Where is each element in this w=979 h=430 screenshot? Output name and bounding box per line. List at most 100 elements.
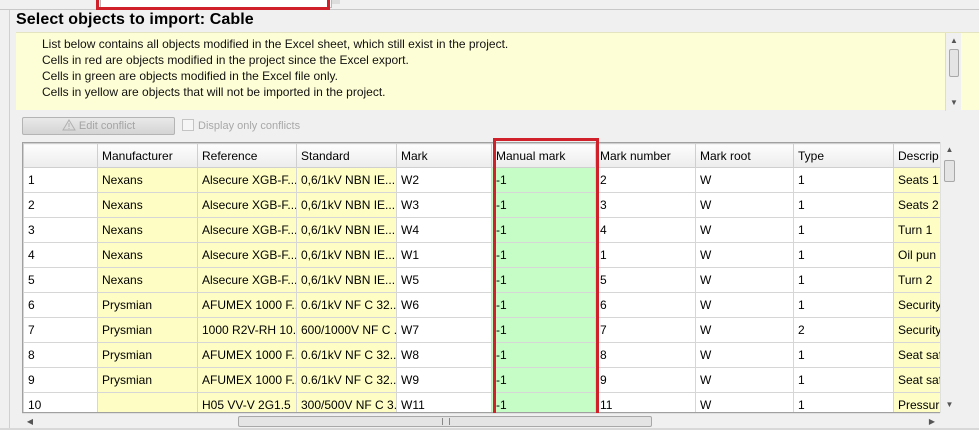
row-number-cell[interactable]: 10 (23, 392, 98, 412)
info-scrollbar[interactable]: ▲ ▼ (945, 33, 961, 111)
scroll-down-icon[interactable]: ▼ (946, 96, 962, 110)
type-cell[interactable]: 1 (793, 217, 894, 243)
mark-root-cell[interactable]: W (695, 367, 794, 393)
standard-cell[interactable]: 0.6/1kV NF C 32... (296, 342, 397, 368)
mark-cell[interactable]: W4 (396, 217, 492, 243)
manufacturer-cell[interactable]: Nexans (97, 167, 198, 193)
mark-number-cell[interactable]: 7 (595, 317, 696, 343)
manual-mark-cell[interactable]: -1 (491, 292, 596, 318)
mark-number-cell[interactable]: 5 (595, 267, 696, 293)
reference-cell[interactable]: H05 VV-V 2G1.5 (197, 392, 297, 412)
mark-cell[interactable]: W5 (396, 267, 492, 293)
mark-root-cell[interactable]: W (695, 217, 794, 243)
grid-vscroll-thumb[interactable] (944, 160, 955, 182)
mark-root-cell[interactable]: W (695, 167, 794, 193)
mark-root-cell[interactable]: W (695, 192, 794, 218)
standard-cell[interactable]: 0,6/1kV NBN IE... (296, 192, 397, 218)
standard-cell[interactable]: 0.6/1kV NF C 32... (296, 367, 397, 393)
row-number-cell[interactable]: 1 (23, 167, 98, 193)
column-header-standard[interactable]: Standard (296, 143, 397, 168)
type-cell[interactable]: 1 (793, 392, 894, 412)
mark-number-cell[interactable]: 2 (595, 167, 696, 193)
manual-mark-cell[interactable]: -1 (491, 342, 596, 368)
scroll-up-icon[interactable]: ▲ (941, 142, 958, 158)
manual-mark-cell[interactable]: -1 (491, 217, 596, 243)
mark-cell[interactable]: W1 (396, 242, 492, 268)
mark-cell[interactable]: W3 (396, 192, 492, 218)
column-header-row-number[interactable] (23, 143, 98, 168)
standard-cell[interactable]: 0,6/1kV NBN IE... (296, 267, 397, 293)
table-row[interactable]: 3 Nexans Alsecure XGB-F... 0,6/1kV NBN IE..… (23, 217, 956, 243)
row-number-cell[interactable]: 9 (23, 367, 98, 393)
mark-cell[interactable]: W6 (396, 292, 492, 318)
row-number-cell[interactable]: 8 (23, 342, 98, 368)
manual-mark-cell[interactable]: -1 (491, 367, 596, 393)
table-row[interactable]: 8 Prysmian AFUMEX 1000 F... 0.6/1kV NF C 32… (23, 342, 956, 368)
mark-root-cell[interactable]: W (695, 342, 794, 368)
manufacturer-cell[interactable] (97, 392, 198, 412)
table-row[interactable]: 1 Nexans Alsecure XGB-F... 0,6/1kV NBN IE..… (23, 167, 956, 193)
objects-grid[interactable]: Manufacturer Reference Standard Mark Man… (22, 142, 957, 413)
standard-cell[interactable]: 0,6/1kV NBN IE... (296, 242, 397, 268)
manufacturer-cell[interactable]: Nexans (97, 217, 198, 243)
display-only-conflicts[interactable]: Display only conflicts (182, 119, 300, 135)
column-header-type[interactable]: Type (793, 143, 894, 168)
table-row[interactable]: 2 Nexans Alsecure XGB-F... 0,6/1kV NBN IE..… (23, 192, 956, 218)
grid-hscroll-thumb[interactable] (238, 416, 652, 427)
manufacturer-cell[interactable]: Nexans (97, 267, 198, 293)
manual-mark-cell[interactable]: -1 (491, 392, 596, 412)
standard-cell[interactable]: 0.6/1kV NF C 32... (296, 292, 397, 318)
standard-cell[interactable]: 600/1000V NF C ... (296, 317, 397, 343)
mark-root-cell[interactable]: W (695, 242, 794, 268)
manufacturer-cell[interactable]: Prysmian (97, 317, 198, 343)
reference-cell[interactable]: Alsecure XGB-F... (197, 242, 297, 268)
mark-root-cell[interactable]: W (695, 292, 794, 318)
mark-cell[interactable]: W8 (396, 342, 492, 368)
type-cell[interactable]: 1 (793, 267, 894, 293)
manual-mark-cell[interactable]: -1 (491, 267, 596, 293)
type-cell[interactable]: 1 (793, 167, 894, 193)
display-only-conflicts-checkbox[interactable] (182, 119, 194, 131)
reference-cell[interactable]: Alsecure XGB-F... (197, 167, 297, 193)
row-number-cell[interactable]: 6 (23, 292, 98, 318)
reference-cell[interactable]: 1000 R2V-RH 10... (197, 317, 297, 343)
column-header-mark-number[interactable]: Mark number (595, 143, 696, 168)
manual-mark-cell[interactable]: -1 (491, 192, 596, 218)
grid-vertical-scrollbar[interactable]: ▲ ▼ (940, 142, 957, 413)
mark-number-cell[interactable]: 4 (595, 217, 696, 243)
manufacturer-cell[interactable]: Prysmian (97, 367, 198, 393)
edit-conflict-button[interactable]: Edit conflict (22, 117, 175, 135)
table-row[interactable]: 6 Prysmian AFUMEX 1000 F... 0.6/1kV NF C 32… (23, 292, 956, 318)
mark-number-cell[interactable]: 3 (595, 192, 696, 218)
mark-root-cell[interactable]: W (695, 392, 794, 412)
mark-cell[interactable]: W9 (396, 367, 492, 393)
mark-number-cell[interactable]: 11 (595, 392, 696, 412)
mark-number-cell[interactable]: 6 (595, 292, 696, 318)
standard-cell[interactable]: 0,6/1kV NBN IE... (296, 167, 397, 193)
grid-horizontal-scrollbar[interactable]: ◀ ▶ (22, 413, 940, 429)
type-cell[interactable]: 2 (793, 317, 894, 343)
mark-cell[interactable]: W11 (396, 392, 492, 412)
type-cell[interactable]: 1 (793, 292, 894, 318)
mark-cell[interactable]: W7 (396, 317, 492, 343)
reference-cell[interactable]: Alsecure XGB-F... (197, 192, 297, 218)
mark-number-cell[interactable]: 9 (595, 367, 696, 393)
mark-number-cell[interactable]: 1 (595, 242, 696, 268)
column-header-manual-mark[interactable]: Manual mark (491, 143, 596, 168)
row-number-cell[interactable]: 7 (23, 317, 98, 343)
table-row[interactable]: 10 H05 VV-V 2G1.5 300/500V NF C 3... W11 -1 1… (23, 392, 956, 412)
scroll-up-icon[interactable]: ▲ (946, 34, 962, 48)
row-number-cell[interactable]: 5 (23, 267, 98, 293)
reference-cell[interactable]: AFUMEX 1000 F... (197, 342, 297, 368)
type-cell[interactable]: 1 (793, 192, 894, 218)
column-header-mark-root[interactable]: Mark root (695, 143, 794, 168)
type-cell[interactable]: 1 (793, 342, 894, 368)
column-header-mark[interactable]: Mark (396, 143, 492, 168)
manufacturer-cell[interactable]: Nexans (97, 242, 198, 268)
row-number-cell[interactable]: 3 (23, 217, 98, 243)
standard-cell[interactable]: 300/500V NF C 3... (296, 392, 397, 412)
manual-mark-cell[interactable]: -1 (491, 167, 596, 193)
info-scroll-thumb[interactable] (949, 49, 959, 77)
row-number-cell[interactable]: 2 (23, 192, 98, 218)
table-row[interactable]: 9 Prysmian AFUMEX 1000 F... 0.6/1kV NF C 32… (23, 367, 956, 393)
